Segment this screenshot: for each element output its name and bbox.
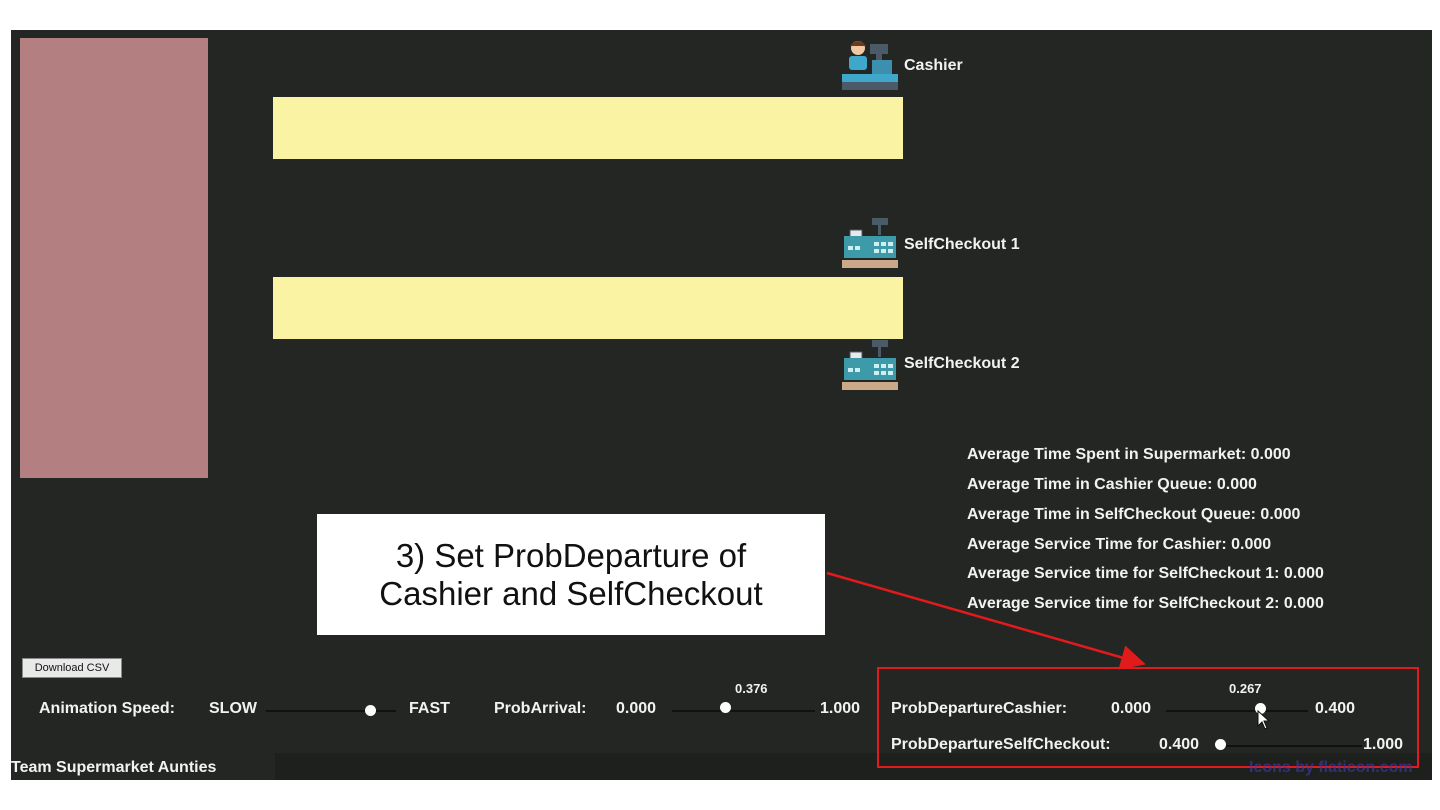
prob-departure-cashier-min: 0.000 (1111, 700, 1152, 717)
prob-departure-self-track[interactable] (1220, 745, 1362, 747)
animation-speed-track[interactable] (266, 710, 396, 712)
download-csv-button[interactable]: Download CSV (22, 658, 122, 678)
cursor-icon (1257, 710, 1271, 730)
prob-arrival-label: ProbArrival: (494, 700, 587, 717)
prob-departure-self-max: 1.000 (1363, 736, 1404, 753)
prob-departure-cashier-label: ProbDepartureCashier: (891, 700, 1068, 717)
prob-departure-cashier-track[interactable] (1166, 710, 1308, 712)
animation-speed-slider[interactable] (364, 705, 376, 716)
prob-departure-self-min: 0.400 (1159, 736, 1200, 753)
animation-speed-min: SLOW (209, 700, 257, 717)
prob-departure-self-label: ProbDepartureSelfCheckout: (891, 736, 1111, 753)
animation-speed-label: Animation Speed: (39, 700, 176, 717)
prob-departure-cashier-value: 0.267 (1229, 681, 1262, 696)
prob-departure-self-slider[interactable] (1214, 739, 1226, 750)
team-name: Team Supermarket Aunties (11, 759, 217, 776)
prob-arrival-max: 1.000 (820, 700, 861, 717)
prob-departure-cashier-max: 0.400 (1315, 700, 1356, 717)
icon-credit[interactable]: Icons by flaticon.com (1249, 759, 1413, 777)
simulation-canvas: Cashier SelfCheckout 1 SelfCheckout 2 Av… (11, 30, 1432, 780)
animation-speed-max: FAST (409, 700, 450, 717)
prob-arrival-track[interactable] (672, 710, 815, 712)
prob-arrival-value: 0.376 (735, 681, 768, 696)
prob-arrival-min: 0.000 (616, 700, 657, 717)
